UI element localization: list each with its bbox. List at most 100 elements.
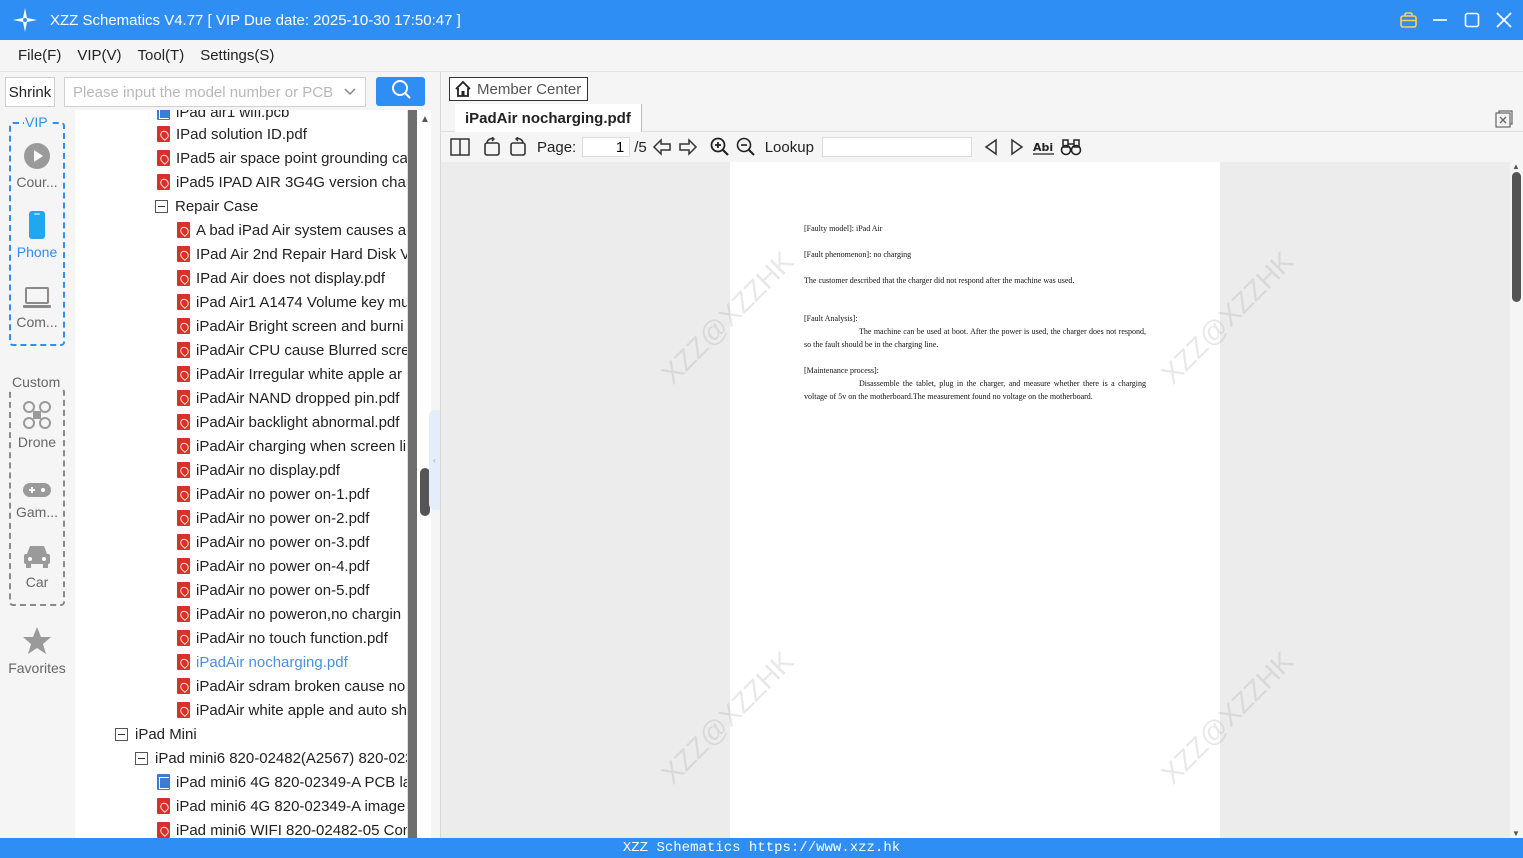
custom-group-label: Custom <box>11 374 62 390</box>
scroll-down-icon[interactable]: ▼ <box>1512 829 1520 838</box>
tree-item-selected[interactable]: iPadAir nocharging.pdf <box>177 650 348 674</box>
tree-item[interactable]: iPadAir no power on-3.pdf <box>177 530 369 554</box>
tree-item[interactable]: iPadAir backlight abnormal.pdf <box>177 410 399 434</box>
find-prev-icon[interactable] <box>980 136 1002 158</box>
page-number-input[interactable] <box>582 137 631 157</box>
nav-car[interactable]: Car <box>0 540 74 590</box>
tree-item[interactable]: iPadAir CPU cause Blurred scree <box>177 338 407 362</box>
doc-paragraph: The machine can be used at boot. After t… <box>804 327 1146 349</box>
pdf-file-icon <box>157 822 170 838</box>
prev-page-icon[interactable] <box>651 136 673 158</box>
viewer-scrollbar[interactable]: ▲ ▼ <box>1510 162 1523 838</box>
tree-item[interactable]: A bad iPad Air system causes a <box>177 218 406 242</box>
match-case-icon[interactable]: Abi <box>1032 136 1056 158</box>
lookup-input[interactable] <box>821 137 972 157</box>
pdf-file-icon <box>177 222 190 238</box>
collapse-toggle-icon[interactable] <box>155 199 168 213</box>
drone-icon <box>0 400 74 430</box>
tree-item[interactable]: iPadAir no power on-1.pdf <box>177 482 369 506</box>
search-button[interactable] <box>376 77 425 106</box>
tree-item[interactable]: IPad5 air space point grounding ca <box>157 146 407 170</box>
sidebar-toggle-icon[interactable] <box>449 136 471 158</box>
tab-document[interactable]: iPadAir nocharging.pdf <box>455 104 642 132</box>
panel-collapse-handle[interactable]: ‹ <box>429 410 440 510</box>
pdf-file-icon <box>177 534 190 550</box>
tree-item[interactable]: iPadAir no power on-2.pdf <box>177 506 369 530</box>
tree-item[interactable]: iPadAir charging when screen li <box>177 434 406 458</box>
tree-item[interactable]: iPadAir white apple and auto sh <box>177 698 407 722</box>
tree-item[interactable]: IPad Air does not display.pdf <box>177 266 385 290</box>
nav-courses[interactable]: Cour... <box>0 140 74 190</box>
member-center-button[interactable]: Member Center <box>449 77 588 101</box>
minimize-icon[interactable] <box>1431 11 1449 29</box>
menu-file[interactable]: File(F) <box>18 47 61 64</box>
nav-label: Com... <box>16 314 58 330</box>
rotate-right-icon[interactable] <box>507 136 529 158</box>
tree-item[interactable]: iPadAir no power on-5.pdf <box>177 578 369 602</box>
shrink-button[interactable]: Shrink <box>5 77 55 107</box>
tree-item[interactable]: iPadAir no power on-4.pdf <box>177 554 369 578</box>
zoom-out-icon[interactable] <box>735 136 757 158</box>
rotate-left-icon[interactable] <box>481 136 503 158</box>
tree-item[interactable]: iPad mini6 WIFI 820-02482-05 Con <box>157 818 407 838</box>
menu-settings[interactable]: Settings(S) <box>200 47 274 64</box>
tree-item[interactable]: iPadAir sdram broken cause no <box>177 674 405 698</box>
tree-folder[interactable]: iPad mini6 820-02482(A2567) 820-023 <box>135 746 407 770</box>
pcb-file-icon <box>157 110 170 120</box>
tree-item[interactable]: IPad Air 2nd Repair Hard Disk V <box>177 242 407 266</box>
tree-item[interactable]: iPadAir NAND dropped pin.pdf <box>177 386 399 410</box>
nav-computer[interactable]: Com... <box>0 280 74 330</box>
tree-item[interactable]: iPadAir Bright screen and burni <box>177 314 404 338</box>
nav-phone[interactable]: Phone <box>0 210 74 260</box>
tree-item[interactable]: iPadAir no display.pdf <box>177 458 340 482</box>
tree-item[interactable]: iPad5 IPAD AIR 3G4G version chan <box>157 170 407 194</box>
collapse-toggle-icon[interactable] <box>115 727 128 741</box>
chevron-left-icon: ‹ <box>433 455 436 465</box>
vip-bag-icon[interactable] <box>1399 11 1417 29</box>
pdf-file-icon <box>177 294 190 310</box>
pdf-toolbar: Page: /5 Lookup Abi <box>441 133 1523 161</box>
nav-label: Phone <box>16 244 58 260</box>
file-tree: iPad air1 wifi.pcb IPad solution ID.pdf … <box>75 110 407 838</box>
scroll-up-icon[interactable]: ▲ <box>420 114 430 125</box>
pdf-file-icon <box>177 486 190 502</box>
pdf-file-icon <box>177 270 190 286</box>
star-icon <box>0 626 74 656</box>
nav-favorites[interactable]: Favorites <box>0 626 74 676</box>
next-page-icon[interactable] <box>677 136 699 158</box>
tree-item[interactable]: iPadAir no poweron,no chargin <box>177 602 401 626</box>
collapse-toggle-icon[interactable] <box>135 751 148 765</box>
tree-scrollbar[interactable]: ▲ <box>407 110 431 838</box>
tree-item[interactable]: iPad Air1 A1474 Volume key mu <box>177 290 407 314</box>
tree-item[interactable]: IPad solution ID.pdf <box>157 122 307 146</box>
pdf-file-icon <box>177 678 190 694</box>
car-icon <box>0 540 74 570</box>
doc-line: [Fault phenomenon]: no charging <box>804 250 912 259</box>
pdf-file-icon <box>177 366 190 382</box>
menu-tool[interactable]: Tool(T) <box>138 47 185 64</box>
nav-drone[interactable]: Drone <box>0 400 74 450</box>
maximize-icon[interactable] <box>1463 11 1481 29</box>
zoom-in-icon[interactable] <box>709 136 731 158</box>
play-circle-icon <box>0 140 74 170</box>
binoculars-icon[interactable] <box>1060 136 1082 158</box>
close-all-tabs-icon[interactable] <box>1495 110 1513 128</box>
search-input[interactable] <box>73 83 335 101</box>
menu-vip[interactable]: VIP(V) <box>77 47 121 64</box>
tree-folder[interactable]: iPad Mini <box>115 722 197 746</box>
viewer-scroll-thumb[interactable] <box>1512 172 1521 302</box>
nav-games[interactable]: Gam... <box>0 470 74 520</box>
tree-item[interactable]: iPadAir Irregular white apple ar <box>177 362 402 386</box>
pdf-file-icon <box>177 630 190 646</box>
find-next-icon[interactable] <box>1006 136 1028 158</box>
nav-label: Gam... <box>15 504 58 520</box>
tree-item[interactable]: iPad mini6 4G 820-02349-A image <box>157 794 405 818</box>
tree-folder[interactable]: Repair Case <box>155 194 258 218</box>
pdf-viewer[interactable]: [Faulty model]: iPad Air [Fault phenomen… <box>441 162 1510 838</box>
tree-item[interactable]: iPad mini6 4G 820-02349-A PCB la <box>157 770 407 794</box>
scroll-up-icon[interactable]: ▲ <box>1512 162 1520 171</box>
tree-item[interactable]: iPadAir no touch function.pdf <box>177 626 388 650</box>
close-icon[interactable] <box>1495 11 1513 29</box>
svg-text:Abi: Abi <box>1033 141 1053 154</box>
chevron-down-icon[interactable] <box>343 84 357 103</box>
